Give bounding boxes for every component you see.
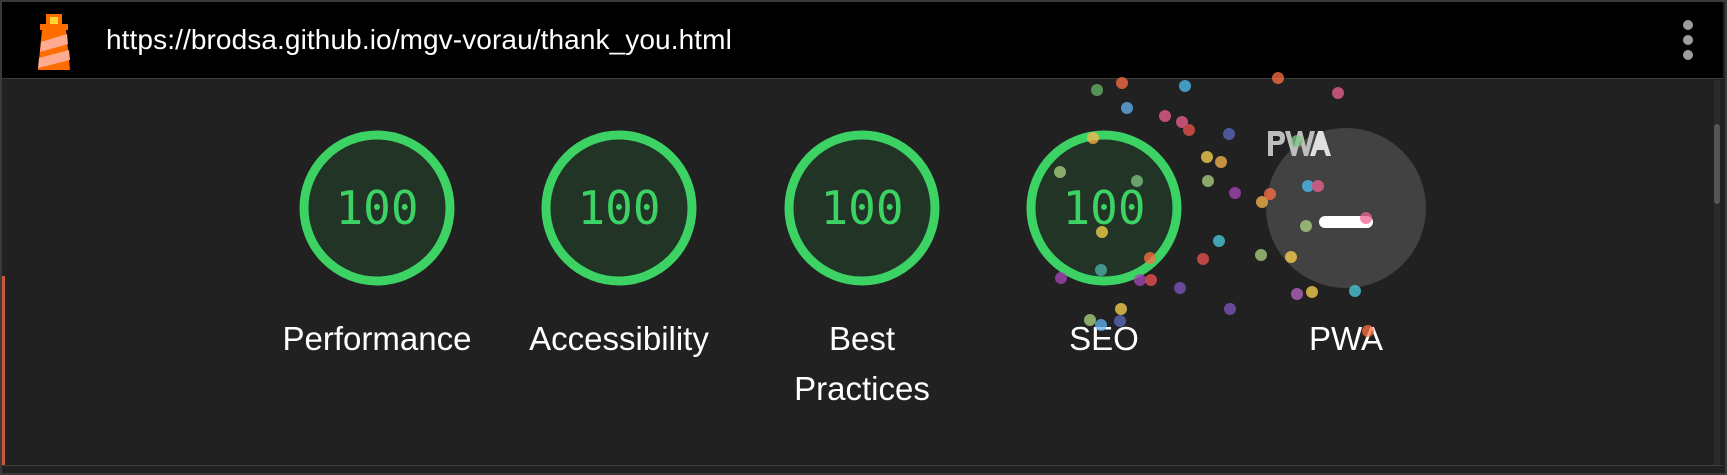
gauge-ring: 100 [782, 128, 942, 288]
gauge-pwa[interactable]: PWA [1246, 128, 1446, 364]
gauge-performance[interactable]: 100 Performance [277, 128, 477, 364]
gauge-label: Performance [282, 320, 472, 357]
kebab-menu-icon[interactable] [1681, 20, 1695, 64]
pwa-status-bar [1319, 216, 1373, 228]
gauge-ring: 100 [539, 128, 699, 288]
gauge-label: SEO [1069, 320, 1139, 357]
gauge-best-practices[interactable]: 100 Best Practices [762, 128, 962, 414]
scrollbar[interactable] [1714, 80, 1720, 465]
report-url: https://brodsa.github.io/mgv-vorau/thank… [106, 24, 732, 55]
score-value: 100 [820, 181, 904, 235]
gauge-label: Best Practices [794, 320, 930, 407]
gauge-ring: 100 [1024, 128, 1184, 288]
pwa-badge [1266, 128, 1426, 288]
gauge-ring: 100 [297, 128, 457, 288]
lighthouse-icon [38, 14, 70, 70]
score-value: 100 [577, 181, 661, 235]
gauge-accessibility[interactable]: 100 Accessibility [519, 128, 719, 364]
gauge-label: PWA [1309, 320, 1383, 357]
gauge-seo[interactable]: 100 SEO [1004, 128, 1204, 364]
score-value: 100 [335, 181, 419, 235]
side-accent [2, 276, 5, 465]
score-value: 100 [1062, 181, 1146, 235]
pwa-logo-icon [1268, 131, 1331, 156]
report-topbar: https://brodsa.github.io/mgv-vorau/thank… [2, 2, 1723, 79]
gauge-label: Accessibility [529, 320, 709, 357]
